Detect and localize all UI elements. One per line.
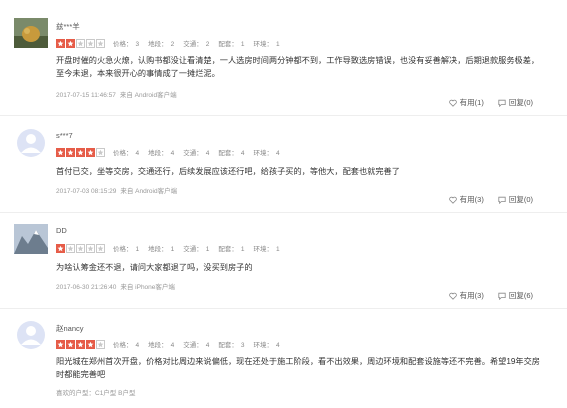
score-price: 价格： 4	[113, 342, 140, 349]
score-price: 价格： 1	[113, 246, 140, 253]
review-time: 2017-07-15 11:46:57	[56, 92, 116, 99]
score-transport: 交通： 1	[183, 246, 210, 253]
comment-icon	[498, 196, 506, 204]
star-rating	[56, 339, 105, 349]
review-source: 来自 iPhone客户端	[120, 284, 175, 291]
useful-button[interactable]: 有用(3)	[448, 290, 484, 301]
star-rating	[56, 243, 105, 253]
reply-button[interactable]: 回复(0)	[498, 194, 533, 205]
avatar[interactable]	[14, 18, 48, 48]
star-rating	[56, 147, 105, 157]
score-transport: 交通： 4	[183, 342, 210, 349]
score-price: 价格： 4	[113, 150, 140, 157]
useful-button[interactable]: 有用(3)	[448, 194, 484, 205]
divider	[0, 308, 567, 309]
star-filled-icon	[66, 339, 75, 349]
review-time: 2017-07-03 08:15:29	[56, 188, 117, 195]
reply-button[interactable]: 回复(0)	[498, 97, 533, 108]
useful-button[interactable]: 有用(1)	[448, 97, 484, 108]
star-filled-icon	[86, 339, 95, 349]
star-filled-icon	[76, 339, 85, 349]
review-text: 阳光城在郑州首次开盘，价格对比周边来说偏低，现在还处于施工阶段，看不出效果，周边…	[56, 357, 540, 379]
comment-icon	[498, 99, 506, 107]
review-actions: 有用(3) 回复(6)	[448, 290, 533, 301]
star-filled-icon	[86, 147, 95, 157]
rating-row: 价格： 3 地段： 2 交通： 2 配套： 1 环境： 1	[56, 38, 280, 48]
score-location: 地段： 1	[148, 246, 175, 253]
reply-button[interactable]: 回复(6)	[498, 290, 533, 301]
score-facilities: 配套： 3	[218, 342, 245, 349]
star-rating	[56, 38, 105, 48]
star-filled-icon	[66, 38, 75, 48]
score-location: 地段： 2	[148, 41, 175, 48]
star-empty-icon	[96, 147, 105, 157]
star-empty-icon	[86, 243, 95, 253]
score-transport: 交通： 4	[183, 150, 210, 157]
star-empty-icon	[96, 339, 105, 349]
review-text: 首付已交，坐等交房，交通还行，后续发展应该还行吧，给孩子买的，等他大，配套也就完…	[56, 167, 400, 176]
star-filled-icon	[56, 243, 65, 253]
score-environment: 环境： 1	[253, 246, 280, 253]
score-location: 地段： 4	[148, 342, 175, 349]
avatar[interactable]	[14, 224, 48, 254]
comment-icon	[498, 292, 506, 300]
score-facilities: 配套： 1	[218, 246, 245, 253]
review-source: 来自 Android客户端	[119, 92, 177, 99]
review-meta: 2017-07-15 11:46:57 来自 Android客户端	[56, 89, 177, 99]
review-meta: 2017-06-30 21:26:40 来自 iPhone客户端	[56, 281, 175, 291]
sub-scores: 价格： 4 地段： 4 交通： 4 配套： 3 环境： 4	[113, 339, 280, 349]
review-source: 来自 Android客户端	[120, 188, 178, 195]
star-empty-icon	[76, 243, 85, 253]
avatar[interactable]	[14, 128, 48, 158]
heart-icon	[448, 99, 457, 107]
rating-row: 价格： 1 地段： 1 交通： 1 配套： 1 环境： 1	[56, 243, 280, 253]
divider	[0, 212, 567, 213]
score-environment: 环境： 1	[253, 41, 280, 48]
score-transport: 交通： 2	[183, 41, 210, 48]
username[interactable]: 兹***羊	[56, 21, 80, 32]
score-price: 价格： 3	[113, 41, 140, 48]
score-environment: 环境： 4	[253, 150, 280, 157]
username[interactable]: DD	[56, 226, 67, 235]
star-filled-icon	[66, 147, 75, 157]
divider	[0, 115, 567, 116]
review-text: 开盘时催的火急火燎，认购书都没让看清楚，一人选房时间两分钟都不到，工作导致选房错…	[56, 56, 540, 78]
sub-scores: 价格： 1 地段： 1 交通： 1 配套： 1 环境： 1	[113, 243, 280, 253]
score-facilities: 配套： 4	[218, 150, 245, 157]
review-time: 2017-06-30 21:26:40	[56, 284, 117, 291]
star-empty-icon	[66, 243, 75, 253]
star-filled-icon	[56, 38, 65, 48]
star-empty-icon	[96, 38, 105, 48]
star-filled-icon	[56, 339, 65, 349]
avatar[interactable]	[14, 320, 48, 350]
rating-row: 价格： 4 地段： 4 交通： 4 配套： 3 环境： 4	[56, 339, 280, 349]
heart-icon	[448, 292, 457, 300]
review-actions: 有用(1) 回复(0)	[448, 97, 533, 108]
sub-scores: 价格： 3 地段： 2 交通： 2 配套： 1 环境： 1	[113, 38, 280, 48]
rating-row: 价格： 4 地段： 4 交通： 4 配套： 4 环境： 4	[56, 147, 280, 157]
score-facilities: 配套： 1	[218, 41, 245, 48]
heart-icon	[448, 196, 457, 204]
star-filled-icon	[76, 147, 85, 157]
score-location: 地段： 4	[148, 150, 175, 157]
star-empty-icon	[86, 38, 95, 48]
username[interactable]: s***7	[56, 131, 73, 140]
score-environment: 环境： 4	[253, 342, 280, 349]
star-empty-icon	[76, 38, 85, 48]
review-meta: 2017-07-03 08:15:29 来自 Android客户端	[56, 185, 177, 195]
star-filled-icon	[56, 147, 65, 157]
review-text: 为啥认筹金还不退，请问大家都退了吗，没买到房子的	[56, 263, 253, 272]
review-actions: 有用(3) 回复(0)	[448, 194, 533, 205]
sub-scores: 价格： 4 地段： 4 交通： 4 配套： 4 环境： 4	[113, 147, 280, 157]
star-empty-icon	[96, 243, 105, 253]
interested-unit-types: 喜欢的户型：C1户型 B户型	[56, 390, 136, 397]
username[interactable]: 赵nancy	[56, 323, 84, 334]
